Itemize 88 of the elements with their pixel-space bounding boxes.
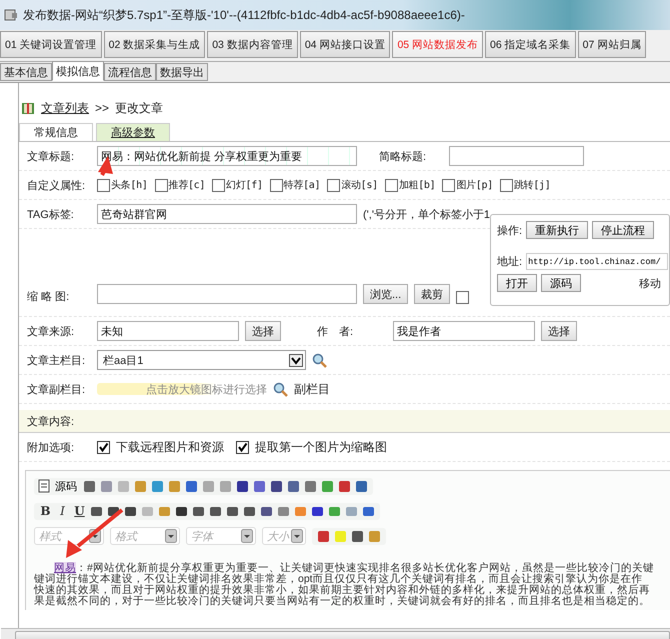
breadcrumb-current: 更改文章 <box>115 100 164 116</box>
content-text: 键词进行锚文本建设，不仅让关键词排名效果非常差，opt而且仅仅只有这几个关键词有排名，而且会让搜索引擎认为你是在作 <box>34 574 643 585</box>
crop-button[interactable]: 裁剪 <box>414 284 450 304</box>
checkbox[interactable] <box>212 178 226 192</box>
checkbox-label: 图片[p] <box>456 178 493 192</box>
checkbox-label: 幻灯[f] <box>226 178 263 192</box>
action-button[interactable]: 重新执行 <box>526 221 588 239</box>
window-title: 发布数据-网站“织梦5.7sp1”-至尊版-'10'--(4112fbfc-b1dc-4db4-ac5f-b9088aeee1c6)- <box>23 6 465 24</box>
short-title-input[interactable] <box>449 146 584 166</box>
search-icon[interactable] <box>312 352 327 368</box>
field-label: 文章内容: <box>27 414 74 428</box>
dropdown-icon <box>165 529 177 543</box>
checkbox-label: 加粗[b] <box>398 178 436 192</box>
format-button[interactable]: B <box>38 504 53 518</box>
format-button[interactable]: I <box>55 504 70 518</box>
field-label: 作 者: <box>317 324 354 338</box>
book-icon <box>21 102 35 114</box>
field-label: TAG标签: <box>27 208 75 222</box>
field-label: 地址: <box>497 255 522 269</box>
dropdown-icon <box>291 529 303 543</box>
horizontal-scrollbar[interactable] <box>1 628 670 639</box>
source-button[interactable]: 源码 <box>52 478 80 494</box>
checkbox[interactable] <box>442 178 456 192</box>
checkbox-label: 下载远程图片和资源 <box>116 438 224 456</box>
content-text: 网易：#网站优化新前提分享权重更为重要一、让关键词更快速实现排名很多站长优化客户网站，虽然是一些比较冷门的关键 <box>54 563 655 574</box>
checkbox[interactable] <box>456 291 470 304</box>
main-tab[interactable]: 05 网站数据发布 <box>392 31 484 58</box>
field-label: 操作: <box>497 224 522 238</box>
source-input[interactable]: 未知 <box>97 321 239 341</box>
field-label: 缩 略 图: <box>27 290 70 304</box>
form-tab[interactable]: 常规信息 <box>19 123 93 141</box>
content-text: 快速的其效果，而且对于网站权重的提升效果非常小，如果前期主要针对内容和外链的多样化，来提升网站的总体权重，然后再 <box>34 585 651 596</box>
browse-button[interactable]: 浏览... <box>363 284 408 304</box>
sub-column-link[interactable]: 副栏目 <box>294 380 330 398</box>
checkbox[interactable] <box>270 178 283 192</box>
content-text: 果是截然不同的，对于一些比较冷门的关键词只要当网站有一定的权重时，关键词就会有好的排名，而且排名也是相当稳定的。 <box>34 596 651 607</box>
tag-input[interactable]: 芭奇站群官网 <box>97 204 357 224</box>
select-button[interactable]: 选择 <box>245 321 281 341</box>
app-icon <box>4 8 18 22</box>
popup-text: 移动 <box>639 276 661 290</box>
form-tab[interactable]: 高级参数 <box>96 123 170 141</box>
author-input[interactable]: 我是作者 <box>393 321 535 341</box>
field-label: 文章标题: <box>27 150 76 164</box>
checkbox[interactable] <box>97 178 110 192</box>
tag-hint: (','号分开，单个标签小于1 <box>363 208 490 222</box>
dropdown-icon <box>241 529 253 543</box>
checkbox[interactable] <box>154 178 168 192</box>
main-tab[interactable]: 06 指定域名采集 <box>485 31 576 58</box>
main-tab[interactable]: 02 数据采集与生成 <box>104 31 206 58</box>
thumbnail-input[interactable] <box>97 284 357 304</box>
field-label: 文章副栏目: <box>27 382 86 396</box>
field-label: 附加选项: <box>27 440 76 454</box>
checkbox-label: 提取第一个图片为缩略图 <box>255 438 387 456</box>
checkbox[interactable] <box>384 178 398 192</box>
content-link[interactable]: 网易 <box>54 562 76 574</box>
dropdown-icon <box>289 354 303 366</box>
checkbox[interactable] <box>236 440 249 454</box>
checkbox[interactable] <box>500 178 513 192</box>
checkbox-label: 推荐[c] <box>168 178 206 192</box>
checkbox-label: 跳转[j] <box>514 178 550 192</box>
field-label: 文章主栏目: <box>27 354 86 368</box>
breadcrumb-separator: >> <box>95 101 110 115</box>
main-tab[interactable]: 01 关键词设置管理 <box>0 31 102 58</box>
field-label: 简略标题: <box>379 150 428 164</box>
title-input[interactable]: 网易：网站优化新前提 分享权重更为重要 <box>97 146 357 166</box>
main-tab[interactable]: 04 网站接口设置 <box>300 31 390 58</box>
checkbox-label: 头条[h] <box>111 178 148 192</box>
field-label: 自定义属性: <box>27 178 86 192</box>
format-button[interactable]: U <box>72 504 87 518</box>
sub-tab[interactable]: 模拟信息 <box>52 61 104 81</box>
main-tab[interactable]: 03 数据内容管理 <box>207 31 298 58</box>
column-select[interactable]: 栏aa目1 <box>97 350 306 370</box>
field-label: 文章来源: <box>27 324 76 338</box>
checkbox[interactable] <box>97 440 110 454</box>
select-button[interactable]: 选择 <box>541 321 577 341</box>
checkbox-label: 滚动[s] <box>341 178 378 192</box>
address-input[interactable]: http://ip.tool.chinaz.com/ <box>526 253 668 270</box>
sub-tab[interactable]: 数据导出 <box>156 63 208 81</box>
checkbox[interactable] <box>327 178 340 192</box>
search-icon[interactable] <box>273 382 288 396</box>
main-tab[interactable]: 07 网站归属 <box>578 31 646 58</box>
sub-tab[interactable]: 流程信息 <box>104 63 156 81</box>
action-button[interactable]: 停止流程 <box>592 221 654 239</box>
popup-button[interactable]: 打开 <box>497 274 537 292</box>
article-list-link[interactable]: 文章列表 <box>41 100 89 116</box>
checkbox-label: 特荐[a] <box>284 178 320 192</box>
popup-button[interactable]: 源码 <box>541 274 581 292</box>
sub-tab[interactable]: 基本信息 <box>0 63 52 81</box>
